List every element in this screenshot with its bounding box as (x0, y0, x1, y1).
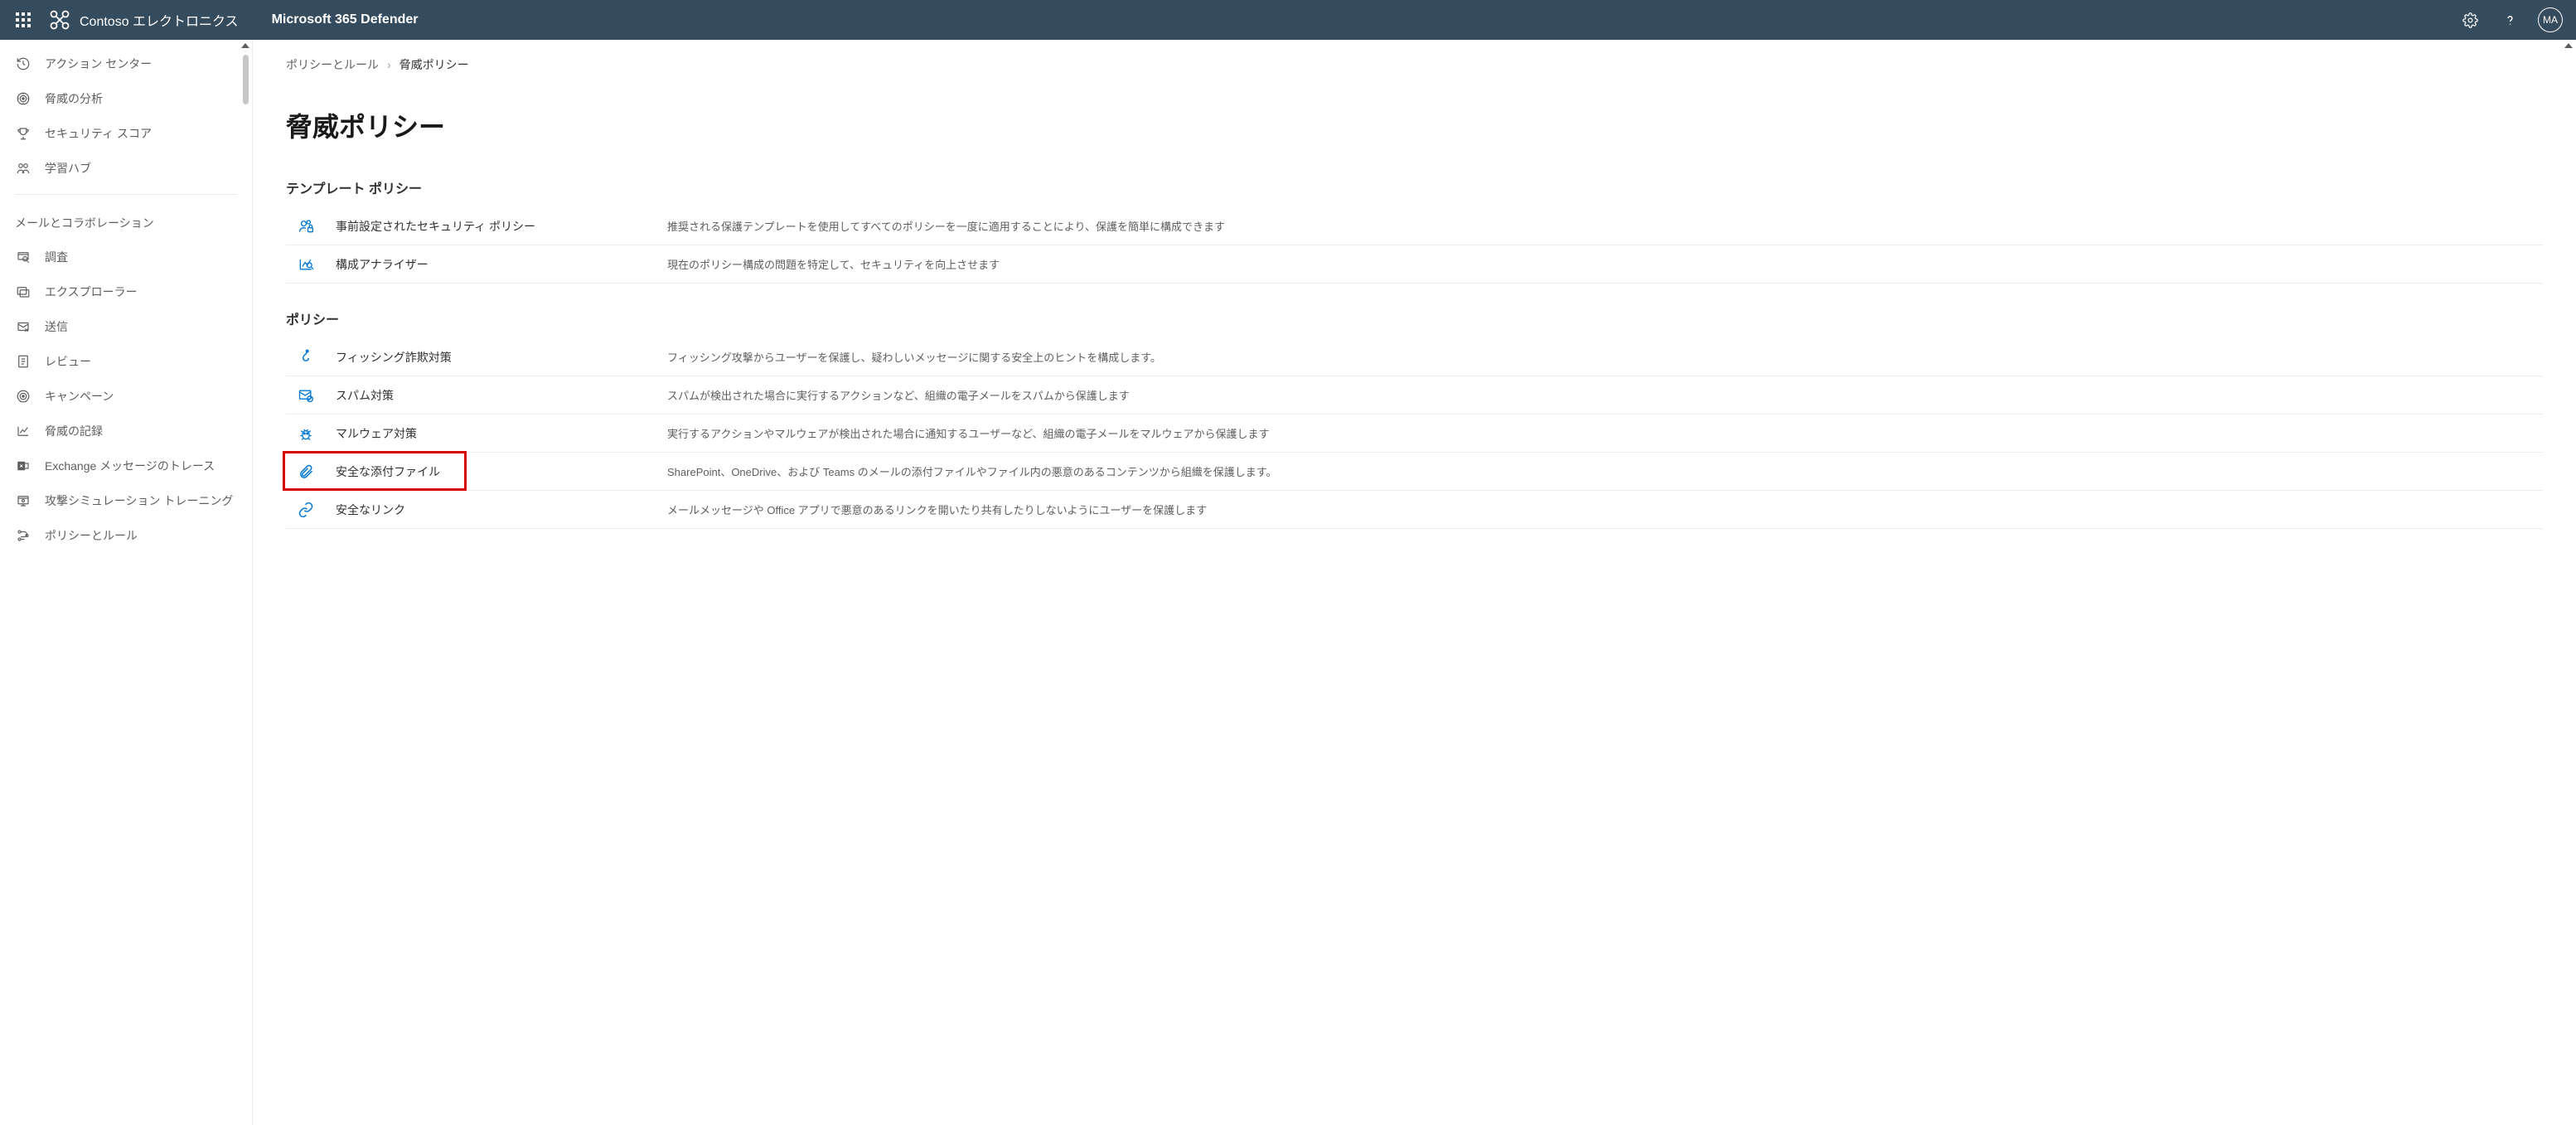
sidebar-item-label: 送信 (45, 318, 68, 335)
policy-description: 推奨される保護テンプレートを使用してすべてのポリシーを一度に適用することにより、… (667, 218, 2543, 234)
analyzer-icon (286, 256, 336, 273)
policy-name: スパム対策 (336, 387, 667, 404)
send-icon (15, 318, 31, 335)
sidebar-item-label: キャンペーン (45, 388, 114, 405)
sidebar-section-label: メールとコラボレーション (0, 203, 252, 240)
product-name: Microsoft 365 Defender (272, 12, 419, 27)
malware-icon (286, 425, 336, 442)
attachment-icon (286, 463, 336, 480)
policy-description: 実行するアクションやマルウェアが検出された場合に通知するユーザーなど、組織の電子… (667, 425, 2543, 441)
policy-row[interactable]: 事前設定されたセキュリティ ポリシー推奨される保護テンプレートを使用してすべての… (286, 207, 2543, 245)
sidebar-item-label: ポリシーとルール (45, 527, 138, 544)
policy-row[interactable]: 安全なリンクメールメッセージや Office アプリで悪意のあるリンクを開いたり… (286, 491, 2543, 529)
breadcrumb-current: 脅威ポリシー (399, 56, 469, 73)
sidebar-item[interactable]: ポリシーとルール (0, 518, 252, 553)
policy-name: フィッシング詐欺対策 (336, 349, 667, 366)
policy-name: 安全な添付ファイル (336, 463, 667, 480)
policy-description: フィッシング攻撃からユーザーを保護し、疑わしいメッセージに関する安全上のヒントを… (667, 349, 2543, 365)
sidebar-item[interactable]: セキュリティ スコア (0, 116, 252, 151)
investigate-icon (15, 249, 31, 265)
policy-icon (15, 527, 31, 544)
sidebar-item[interactable]: 攻撃シミュレーション トレーニング (0, 483, 252, 518)
link-icon (286, 502, 336, 518)
chevron-right-icon: › (387, 58, 391, 71)
policy-name: マルウェア対策 (336, 425, 667, 442)
sidebar-item[interactable]: エクスプローラー (0, 274, 252, 309)
policy-row[interactable]: 安全な添付ファイルSharePoint、OneDrive、および Teams の… (286, 453, 2543, 491)
sidebar-item-label: 脅威の記録 (45, 423, 103, 439)
policy-row[interactable]: 構成アナライザー現在のポリシー構成の問題を特定して、セキュリティを向上させます (286, 245, 2543, 284)
policy-row[interactable]: マルウェア対策実行するアクションやマルウェアが検出された場合に通知するユーザーな… (286, 415, 2543, 453)
main-content: ポリシーとルール › 脅威ポリシー 脅威ポリシー テンプレート ポリシー 事前設… (253, 40, 2576, 1125)
sidebar-item-label: 学習ハブ (45, 160, 91, 177)
top-bar: Contoso エレクトロニクス Microsoft 365 Defender … (0, 0, 2576, 40)
sidebar-item-label: Exchange メッセージのトレース (45, 458, 215, 474)
policy-name: 構成アナライザー (336, 256, 667, 273)
app-launcher-button[interactable] (7, 0, 40, 40)
policy-description: SharePoint、OneDrive、および Teams のメールの添付ファイ… (667, 463, 2543, 479)
sidebar-item-label: 調査 (45, 249, 68, 265)
policy-description: メールメッセージや Office アプリで悪意のあるリンクを開いたり共有したりし… (667, 502, 2543, 517)
sidebar-item[interactable]: 脅威の分析 (0, 81, 252, 116)
sidebar-item[interactable]: Exchange メッセージのトレース (0, 449, 252, 483)
learn-icon (15, 160, 31, 177)
review-icon (15, 353, 31, 370)
sidebar-item[interactable]: キャンペーン (0, 379, 252, 414)
org-name: Contoso エレクトロニクス (80, 10, 239, 30)
policy-name: 事前設定されたセキュリティ ポリシー (336, 218, 667, 235)
chart-icon (15, 423, 31, 439)
user-avatar[interactable]: MA (2538, 7, 2563, 32)
policy-description: 現在のポリシー構成の問題を特定して、セキュリティを向上させます (667, 256, 2543, 272)
sidebar-item[interactable]: 送信 (0, 309, 252, 344)
sidebar-item-label: セキュリティ スコア (45, 125, 152, 142)
breadcrumb: ポリシーとルール › 脅威ポリシー (286, 56, 2543, 73)
settings-button[interactable] (2452, 0, 2488, 40)
sidebar: アクション センター脅威の分析セキュリティ スコア学習ハブメールとコラボレーショ… (0, 40, 253, 1125)
radar-icon (15, 90, 31, 107)
sidebar-item-label: 攻撃シミュレーション トレーニング (45, 492, 233, 509)
sidebar-item[interactable]: 脅威の記録 (0, 414, 252, 449)
page-title: 脅威ポリシー (286, 106, 2543, 144)
sidebar-item[interactable]: 調査 (0, 240, 252, 274)
scroll-up-arrow-icon[interactable] (2564, 43, 2573, 48)
sidebar-item-label: エクスプローラー (45, 284, 138, 300)
section-title-policies: ポリシー (286, 308, 2543, 328)
explorer-icon (15, 284, 31, 300)
phishing-icon (286, 349, 336, 366)
help-button[interactable] (2491, 0, 2528, 40)
defender-logo-icon (48, 8, 71, 32)
scroll-up-arrow-icon[interactable] (241, 43, 249, 48)
divider (15, 194, 237, 195)
campaign-icon (15, 388, 31, 405)
sidebar-item[interactable]: レビュー (0, 344, 252, 379)
people-lock-icon (286, 218, 336, 235)
sidebar-item[interactable]: 学習ハブ (0, 151, 252, 186)
policy-description: スパムが検出された場合に実行するアクションなど、組織の電子メールをスパムから保護… (667, 387, 2543, 403)
sidebar-item-label: アクション センター (45, 56, 152, 72)
sidebar-item-label: 脅威の分析 (45, 90, 103, 107)
sidebar-item[interactable]: アクション センター (0, 46, 252, 81)
policy-row[interactable]: スパム対策スパムが検出された場合に実行するアクションなど、組織の電子メールをスパ… (286, 376, 2543, 415)
attack-icon (15, 492, 31, 509)
breadcrumb-parent-link[interactable]: ポリシーとルール (286, 56, 379, 73)
trophy-icon (15, 125, 31, 142)
spam-icon (286, 387, 336, 404)
policy-row[interactable]: フィッシング詐欺対策フィッシング攻撃からユーザーを保護し、疑わしいメッセージに関… (286, 338, 2543, 376)
exchange-icon (15, 458, 31, 474)
scrollbar-thumb[interactable] (243, 55, 249, 104)
history-icon (15, 56, 31, 72)
sidebar-item-label: レビュー (45, 353, 91, 370)
policy-name: 安全なリンク (336, 502, 667, 518)
section-title-templates: テンプレート ポリシー (286, 177, 2543, 197)
